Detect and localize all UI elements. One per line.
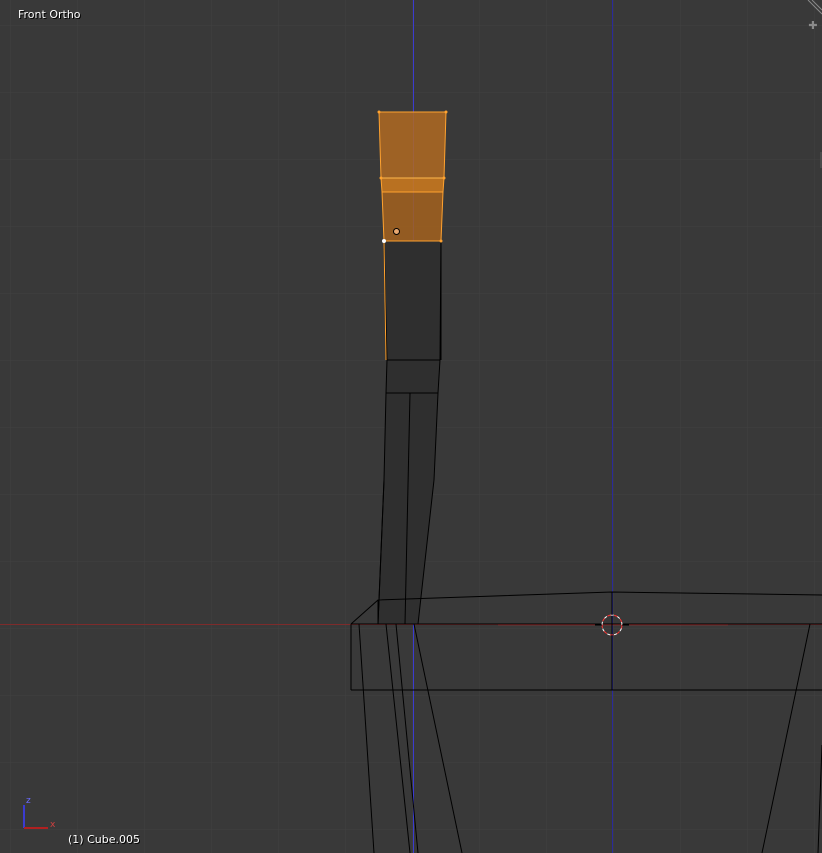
active-vertex[interactable] — [382, 239, 386, 243]
gizmo-z-label: z — [26, 796, 31, 806]
plus-icon[interactable]: ✚ — [808, 20, 818, 31]
gizmo-x-label: x — [50, 820, 56, 830]
3d-viewport[interactable]: z x Front Ortho (1) Cube.005 ✚ — [0, 0, 822, 853]
viewport-scene[interactable]: z x — [0, 0, 822, 853]
object-origin — [393, 228, 400, 235]
object-info-label: (1) Cube.005 — [68, 833, 140, 846]
view-name-label: Front Ortho — [18, 8, 81, 21]
